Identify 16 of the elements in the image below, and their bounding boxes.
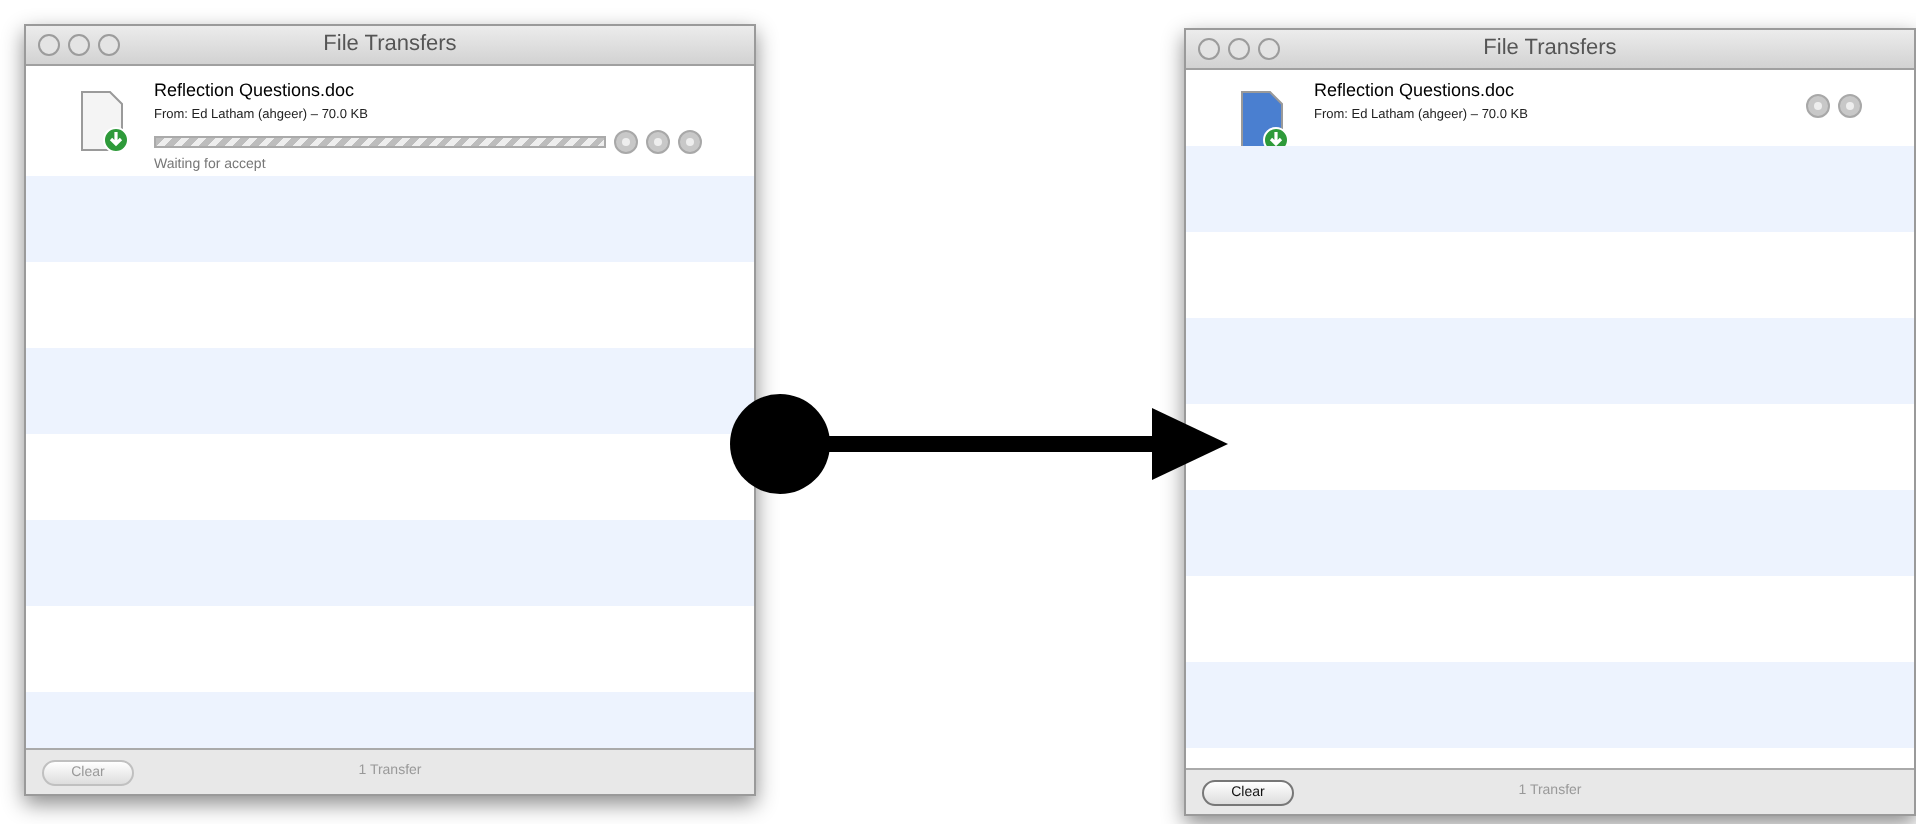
window-control-icon[interactable] bbox=[68, 34, 90, 56]
reveal-button-icon[interactable] bbox=[1806, 94, 1830, 118]
accept-button-icon[interactable] bbox=[646, 130, 670, 154]
window-control-icon[interactable] bbox=[98, 34, 120, 56]
window-title: File Transfers bbox=[1483, 34, 1617, 65]
remove-button-icon[interactable] bbox=[1838, 94, 1862, 118]
window-control-icon[interactable] bbox=[1198, 38, 1220, 60]
file-name: Reflection Questions.doc bbox=[1314, 78, 1517, 104]
window-control-icon[interactable] bbox=[38, 34, 60, 56]
window-control-icon[interactable] bbox=[1258, 38, 1280, 60]
file-name: Reflection Questions.doc bbox=[154, 78, 357, 104]
decline-button-icon[interactable] bbox=[678, 130, 702, 154]
window-title: File Transfers bbox=[323, 30, 457, 61]
stop-button-icon[interactable] bbox=[614, 130, 638, 154]
document-download-icon bbox=[78, 90, 130, 154]
window-control-icon[interactable] bbox=[1228, 38, 1250, 60]
